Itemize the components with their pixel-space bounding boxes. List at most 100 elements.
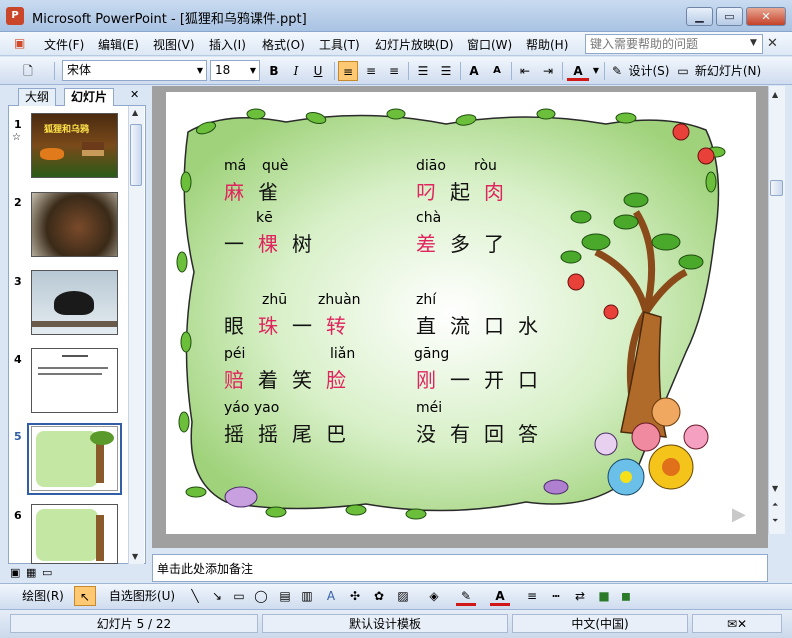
menu-tools[interactable]: 工具(T): [319, 36, 360, 53]
arrow-style-icon[interactable]: ⇄: [570, 586, 590, 606]
pinyin-label: méi: [416, 400, 443, 416]
menu-file[interactable]: 文件(F): [44, 36, 84, 53]
oval-icon[interactable]: ◯: [252, 586, 270, 606]
font-dropdown-icon[interactable]: ▼: [193, 61, 207, 81]
numbered-list-icon[interactable]: ☰: [413, 61, 433, 81]
arrow-icon[interactable]: ↘: [208, 586, 226, 606]
align-right-icon[interactable]: ≡: [384, 61, 404, 81]
size-dropdown-icon[interactable]: ▼: [246, 61, 260, 81]
scroll-up-icon[interactable]: ▲: [132, 108, 138, 117]
draw-menu-button[interactable]: 绘图(R): [18, 586, 68, 606]
menu-slideshow[interactable]: 幻灯片放映(D): [375, 36, 454, 53]
sorter-view-icon[interactable]: ▦: [26, 566, 36, 579]
slide-thumbnail[interactable]: [31, 270, 118, 335]
hanzi-character: 树: [292, 232, 322, 256]
powerpoint-icon[interactable]: P: [6, 7, 24, 25]
pane-scrollbar-thumb[interactable]: [130, 124, 142, 186]
textbox-icon[interactable]: ▤: [276, 586, 294, 606]
next-slide-nav-icon[interactable]: ⏷: [772, 516, 778, 526]
picture-icon[interactable]: ▨: [394, 586, 412, 606]
menu-edit[interactable]: 编辑(E): [98, 36, 139, 53]
menu-format[interactable]: 格式(O): [262, 36, 305, 53]
diagram-icon[interactable]: ✣: [346, 586, 364, 606]
italic-button[interactable]: I: [286, 61, 306, 81]
increase-font-icon[interactable]: A: [464, 61, 484, 81]
vertical-textbox-icon[interactable]: ▥: [298, 586, 316, 606]
slide-thumbnail[interactable]: [31, 348, 118, 413]
slideshow-view-icon[interactable]: ▭: [42, 566, 52, 579]
autoshapes-button[interactable]: 自选图形(U): [104, 586, 180, 606]
thumb-title: 狐狸和乌鸦: [44, 125, 90, 135]
align-left-icon[interactable]: ≡: [338, 61, 358, 81]
scroll-down-icon[interactable]: ▼: [772, 484, 778, 493]
dash-style-icon[interactable]: ┅: [546, 586, 566, 606]
hanzi-character: 着: [258, 368, 288, 392]
line-style-icon[interactable]: ≡: [522, 586, 542, 606]
design-icon[interactable]: ✎: [610, 61, 624, 81]
window-title: Microsoft PowerPoint - [狐狸和乌鸦课件.ppt]: [32, 12, 307, 27]
doc-icon[interactable]: ▣: [14, 36, 25, 50]
select-pointer-icon[interactable]: ↖: [74, 586, 96, 606]
new-slide-icon[interactable]: ▭: [675, 61, 691, 81]
pinyin-label: liǎn: [330, 346, 356, 362]
next-slide-icon[interactable]: ▶: [732, 504, 746, 525]
font-color-dropdown-icon[interactable]: ▼: [591, 61, 601, 81]
pinyin-label: zhuàn: [318, 292, 361, 308]
close-button[interactable]: ✕: [746, 7, 786, 26]
chevron-down-icon[interactable]: ▼: [750, 38, 757, 48]
align-center-icon[interactable]: ≡: [361, 61, 381, 81]
scroll-down-icon[interactable]: ▼: [132, 552, 138, 561]
scroll-up-icon[interactable]: ▲: [772, 90, 778, 99]
spelling-status-icon[interactable]: ✉✕: [692, 614, 782, 633]
close-doc-icon[interactable]: ✕: [767, 36, 778, 51]
normal-view-icon[interactable]: ▣: [10, 566, 20, 579]
hanzi-character: 肉: [484, 180, 514, 204]
slide-thumbnail[interactable]: 狐狸和乌鸦: [31, 113, 118, 178]
menu-view[interactable]: 视图(V): [153, 36, 195, 53]
decrease-font-icon[interactable]: A: [487, 61, 507, 81]
increase-indent-icon[interactable]: ⇥: [538, 61, 558, 81]
slide-thumbnail[interactable]: [31, 504, 118, 564]
menu-help[interactable]: 帮助(H): [526, 36, 568, 53]
hanzi-character: 水: [518, 314, 548, 338]
font-color-icon[interactable]: A: [567, 61, 589, 81]
slide-thumbnail[interactable]: [31, 192, 118, 257]
maximize-button[interactable]: ▭: [716, 7, 743, 26]
line-icon[interactable]: ╲: [186, 586, 204, 606]
slide-scrollbar-thumb[interactable]: [770, 180, 783, 196]
tab-outline[interactable]: 大纲: [18, 88, 57, 106]
hanzi-character: 答: [518, 422, 548, 446]
font-family-select[interactable]: 宋体: [62, 60, 207, 81]
line-color-icon[interactable]: ✎: [456, 586, 476, 606]
slide-scrollbar[interactable]: [768, 86, 785, 534]
bullet-list-icon[interactable]: ☰: [436, 61, 456, 81]
wordart-icon[interactable]: A: [322, 586, 340, 606]
fill-color-icon[interactable]: ◈: [424, 586, 444, 606]
prev-slide-icon[interactable]: ⏶: [772, 500, 778, 510]
3d-icon[interactable]: ◼: [616, 586, 636, 606]
close-pane-icon[interactable]: ✕: [130, 88, 139, 101]
draw-font-color-icon[interactable]: A: [490, 586, 510, 606]
minimize-button[interactable]: ▁: [686, 7, 713, 26]
new-document-icon[interactable]: 🗋: [18, 61, 38, 81]
shadow-icon[interactable]: ■: [594, 586, 614, 606]
hanzi-character: 脸: [326, 368, 356, 392]
clipart-icon[interactable]: ✿: [370, 586, 388, 606]
slide-thumbnail[interactable]: [31, 426, 118, 491]
rectangle-icon[interactable]: ▭: [230, 586, 248, 606]
new-slide-button[interactable]: 新幻灯片(N): [693, 61, 763, 81]
bold-button[interactable]: B: [264, 61, 284, 81]
notes-pane[interactable]: 单击此处添加备注: [152, 554, 768, 582]
menu-insert[interactable]: 插入(I): [209, 36, 246, 53]
menu-window[interactable]: 窗口(W): [467, 36, 512, 53]
hanzi-character: 摇: [224, 422, 254, 446]
hanzi-character: 尾: [292, 422, 322, 446]
hanzi-character: 差: [416, 232, 446, 256]
help-search-input[interactable]: 键入需要帮助的问题: [585, 34, 763, 54]
underline-button[interactable]: U: [308, 61, 328, 81]
design-button[interactable]: 设计(S): [627, 61, 671, 81]
slide-canvas[interactable]: má què 麻雀 diāo ròu 叼起肉 kē 一棵树 chà 差多了 zhū zhuàn 眼珠一转…: [166, 92, 756, 534]
slide-number: 1: [14, 118, 22, 131]
decrease-indent-icon[interactable]: ⇤: [515, 61, 535, 81]
tab-slides[interactable]: 幻灯片: [64, 88, 115, 106]
